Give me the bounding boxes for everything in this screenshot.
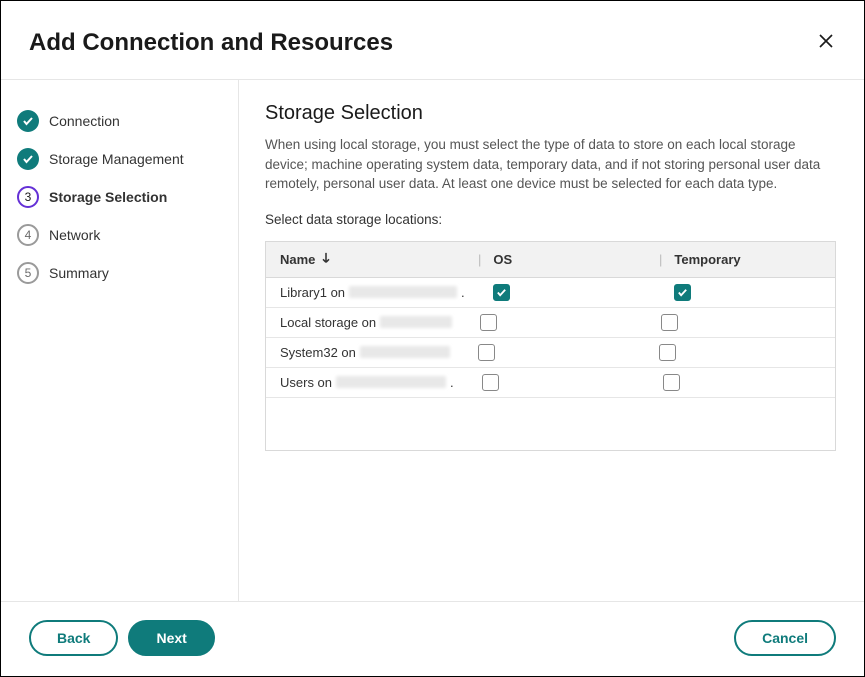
temporary-checkbox[interactable] [663, 374, 680, 391]
temporary-cell [645, 339, 835, 366]
column-separator: | [659, 252, 662, 267]
storage-name-cell: Local storage on [266, 310, 466, 335]
step-label: Storage Management [49, 151, 184, 167]
close-button[interactable] [816, 33, 836, 53]
os-checkbox[interactable] [480, 314, 497, 331]
temporary-cell [649, 369, 835, 396]
check-icon [17, 148, 39, 170]
table-row: Local storage on [266, 308, 835, 338]
step-connection[interactable]: Connection [17, 102, 222, 140]
os-cell [464, 339, 645, 366]
storage-name-prefix: Library1 on [280, 285, 345, 300]
temporary-cell [660, 279, 835, 306]
os-checkbox[interactable] [478, 344, 495, 361]
temporary-checkbox[interactable] [674, 284, 691, 301]
step-storage-selection[interactable]: 3 Storage Selection [17, 178, 222, 216]
table-row: Library1 on . [266, 278, 835, 308]
table-body: Library1 on . Local storage on System32 o… [266, 278, 835, 398]
temporary-checkbox[interactable] [661, 314, 678, 331]
storage-name-suffix: . [450, 375, 454, 390]
dialog-body: Connection Storage Management 3 Storage … [1, 80, 864, 601]
temporary-cell [647, 309, 835, 336]
cancel-button[interactable]: Cancel [734, 620, 836, 656]
step-storage-management[interactable]: Storage Management [17, 140, 222, 178]
step-label: Network [49, 227, 100, 243]
redacted-text [360, 346, 450, 358]
step-number: 5 [17, 262, 39, 284]
redacted-text [349, 286, 457, 298]
step-label: Connection [49, 113, 120, 129]
step-number: 3 [17, 186, 39, 208]
temporary-checkbox[interactable] [659, 344, 676, 361]
col-name-header[interactable]: Name [266, 242, 464, 277]
table-empty-space [266, 398, 835, 450]
col-os-header[interactable]: | OS [464, 242, 645, 277]
footer-left: Back Next [29, 620, 215, 656]
os-checkbox[interactable] [493, 284, 510, 301]
table-label: Select data storage locations: [265, 212, 836, 227]
next-button[interactable]: Next [128, 620, 214, 656]
col-temp-header[interactable]: | Temporary [645, 242, 835, 277]
step-summary[interactable]: 5 Summary [17, 254, 222, 292]
table-row: Users on . [266, 368, 835, 398]
storage-name-prefix: System32 on [280, 345, 356, 360]
check-icon [17, 110, 39, 132]
storage-name-cell: Users on . [266, 370, 468, 395]
step-label: Storage Selection [49, 189, 167, 205]
dialog-title: Add Connection and Resources [29, 29, 393, 57]
step-number: 4 [17, 224, 39, 246]
storage-name-prefix: Local storage on [280, 315, 376, 330]
storage-name-cell: Library1 on . [266, 280, 479, 305]
redacted-text [380, 316, 452, 328]
os-cell [479, 279, 660, 306]
back-button[interactable]: Back [29, 620, 118, 656]
storage-name-cell: System32 on [266, 340, 464, 365]
page-description: When using local storage, you must selec… [265, 135, 836, 194]
os-checkbox[interactable] [482, 374, 499, 391]
wizard-steps: Connection Storage Management 3 Storage … [1, 80, 239, 601]
page-heading: Storage Selection [265, 102, 836, 125]
storage-name-prefix: Users on [280, 375, 332, 390]
content-pane: Storage Selection When using local stora… [239, 80, 864, 601]
storage-table: Name | OS | Temporary Library1 on .Loc [265, 241, 836, 451]
redacted-text [336, 376, 446, 388]
storage-name-suffix: . [461, 285, 465, 300]
col-os-label: OS [493, 252, 512, 267]
dialog-header: Add Connection and Resources [1, 1, 864, 80]
dialog-footer: Back Next Cancel [1, 601, 864, 676]
table-header: Name | OS | Temporary [266, 242, 835, 278]
step-network[interactable]: 4 Network [17, 216, 222, 254]
table-row: System32 on [266, 338, 835, 368]
col-temp-label: Temporary [674, 252, 740, 267]
step-label: Summary [49, 265, 109, 281]
os-cell [468, 369, 649, 396]
add-connection-dialog: Add Connection and Resources Connection … [0, 0, 865, 677]
close-icon [817, 32, 835, 55]
sort-down-icon [321, 252, 331, 267]
column-separator: | [478, 252, 481, 267]
os-cell [466, 309, 647, 336]
col-name-label: Name [280, 252, 315, 267]
